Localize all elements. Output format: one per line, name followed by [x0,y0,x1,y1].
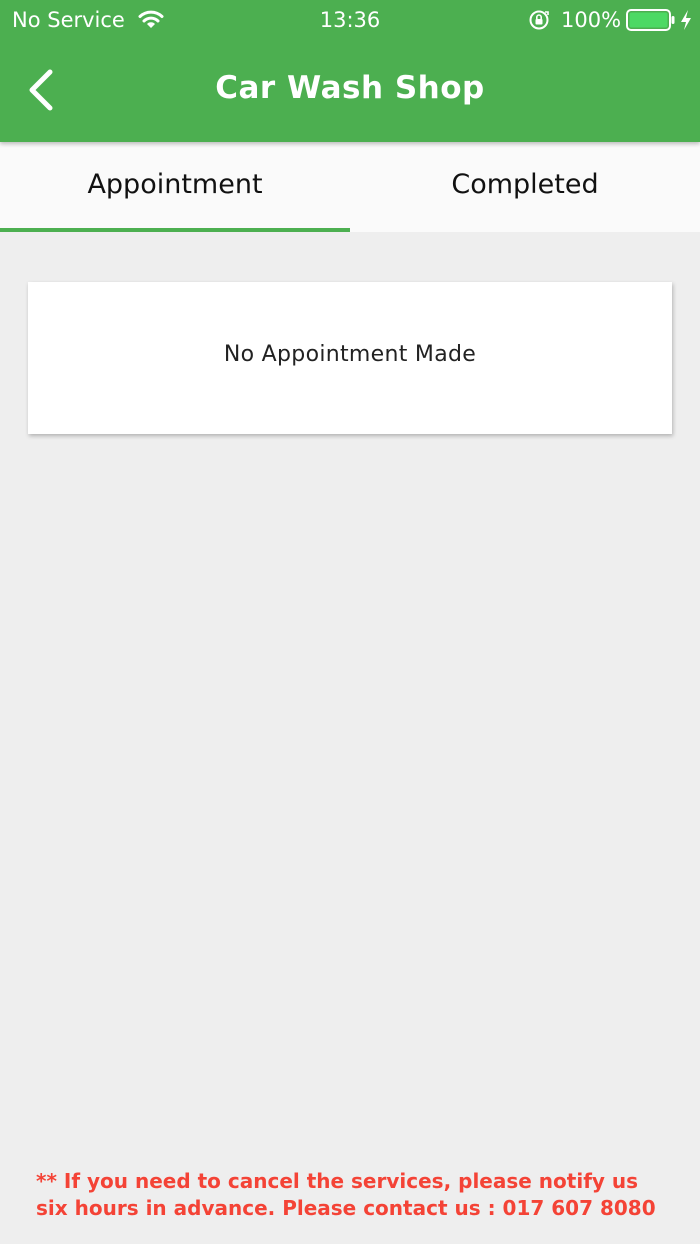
empty-state-card: No Appointment Made [28,282,672,434]
app-header: No Service 13:36 100% Car Wash Shop [0,0,700,142]
status-bar: No Service 13:36 100% [0,0,700,40]
page-title: Car Wash Shop [215,70,485,106]
tab-appointment[interactable]: Appointment [0,142,350,232]
battery-icon [626,9,675,31]
back-button[interactable] [18,64,66,116]
app-screen: No Service 13:36 100% Car Wash Shop Appo… [0,0,700,1244]
navigation-bar: Car Wash Shop [0,40,700,142]
orientation-lock-icon [529,10,549,30]
carrier-label: No Service [12,8,125,32]
tab-completed[interactable]: Completed [350,142,700,232]
chevron-left-icon [29,69,53,111]
battery-percent: 100% [561,8,622,32]
wifi-icon [138,10,164,28]
charging-bolt-icon [681,10,691,30]
cancellation-notice: ** If you need to cancel the services, p… [36,1169,656,1220]
tab-bar: Appointment Completed [0,142,700,232]
empty-state-message: No Appointment Made [223,342,477,367]
